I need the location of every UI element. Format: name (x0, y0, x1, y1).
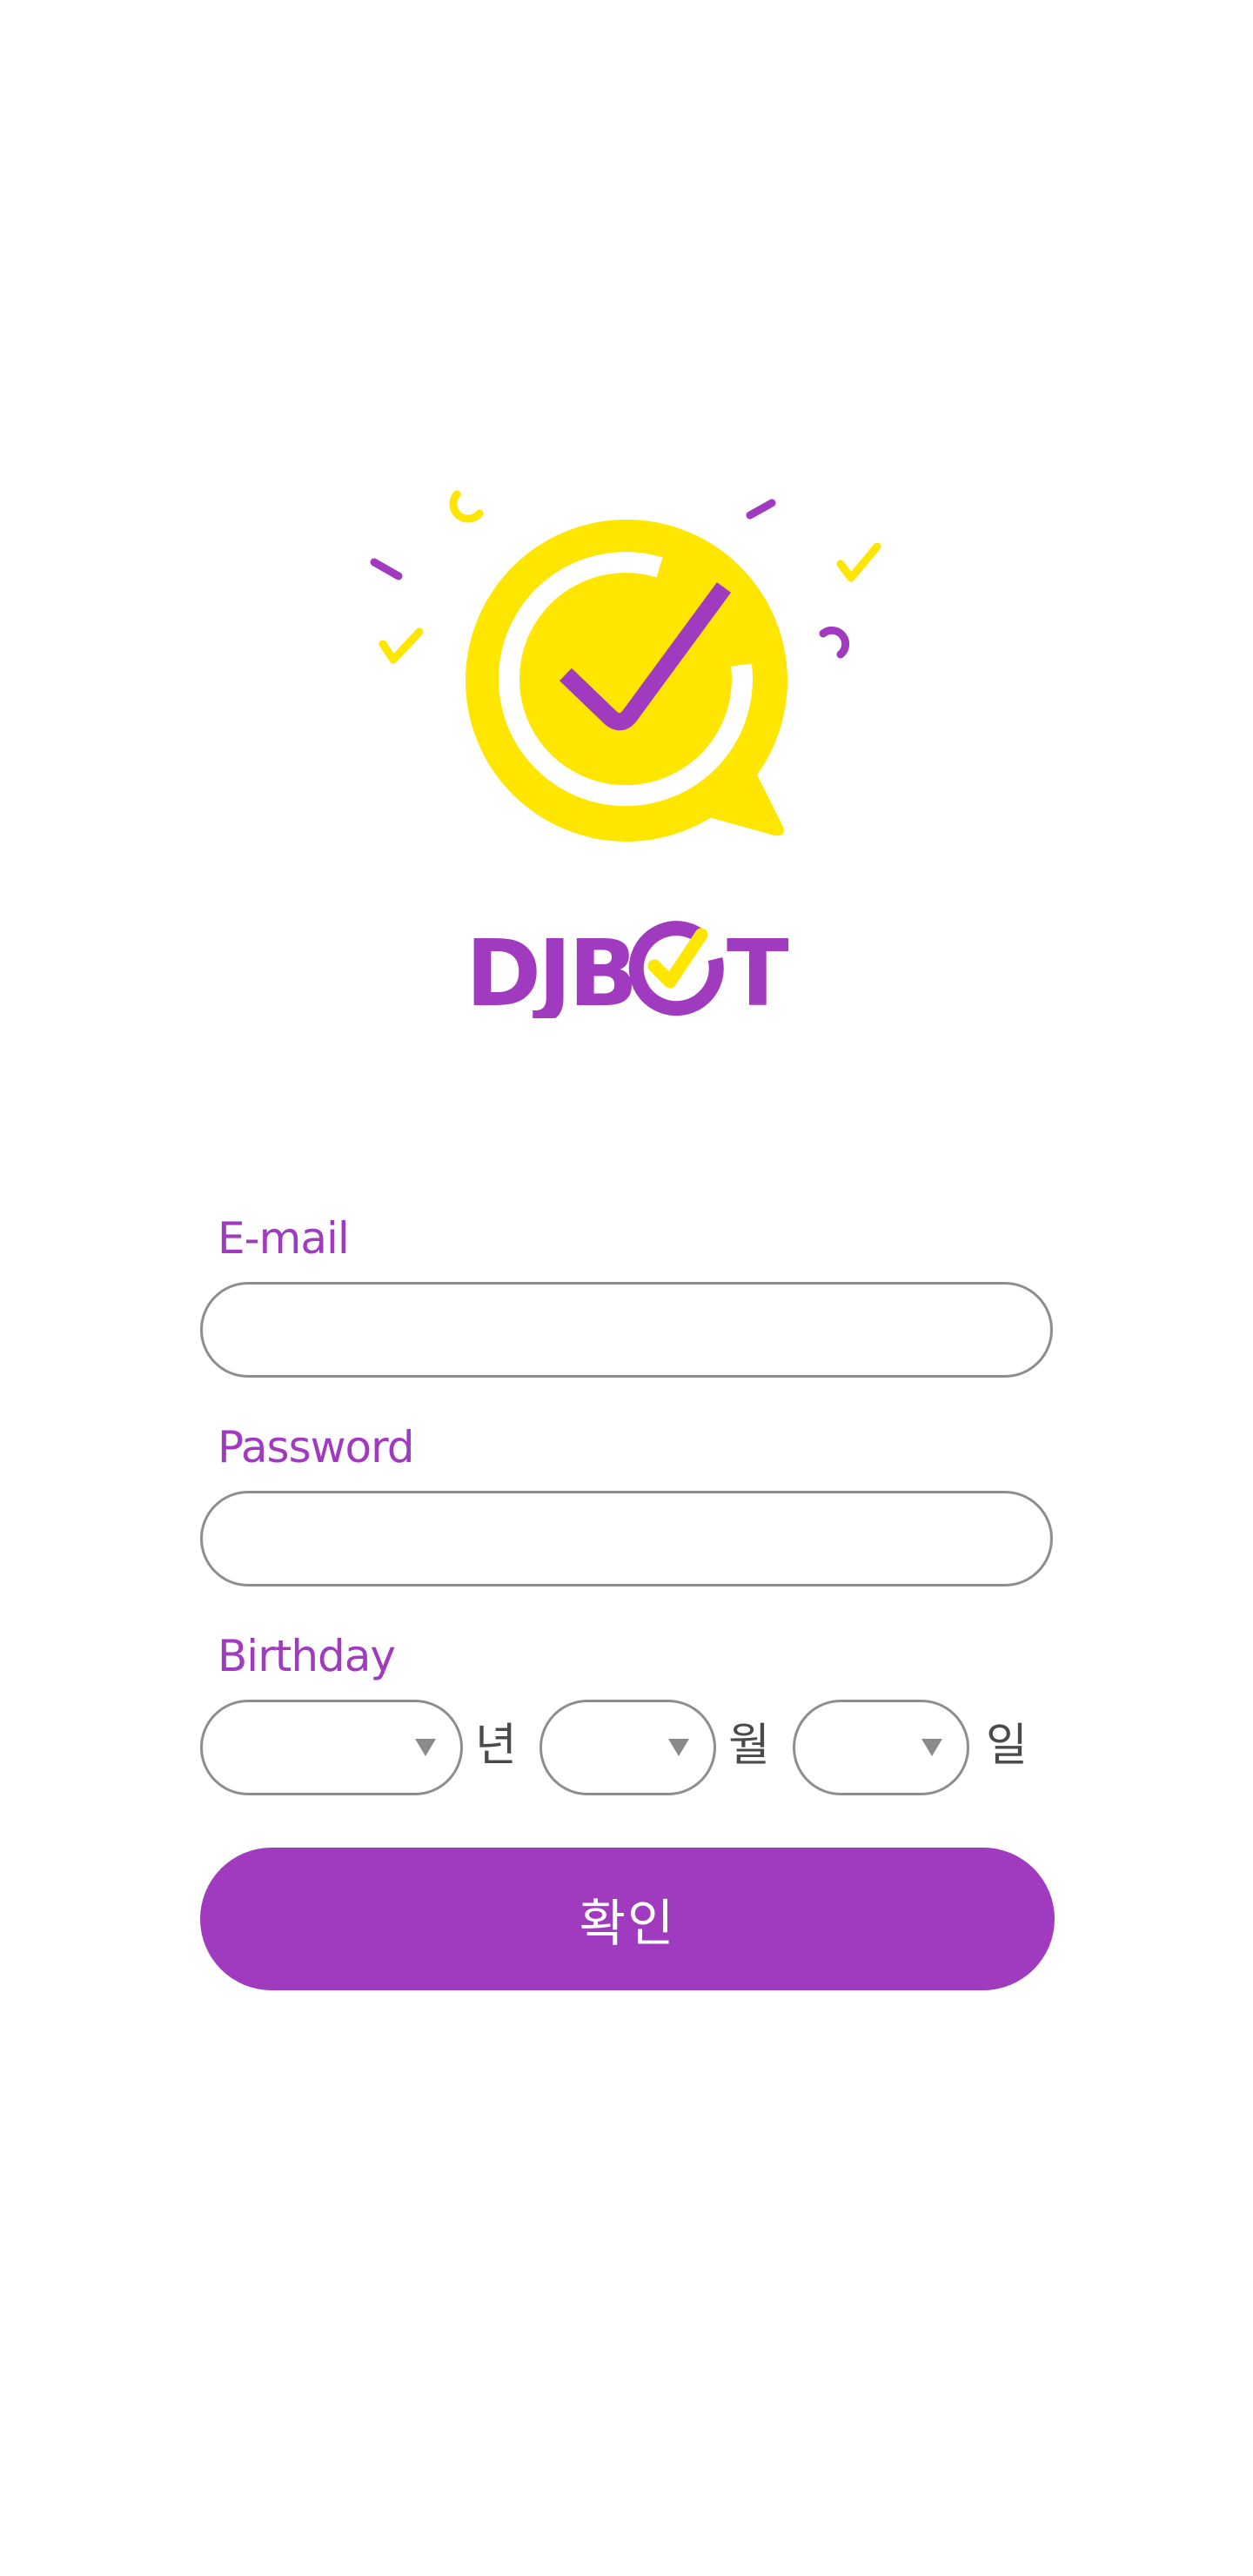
brand-wordmark: DJB T (466, 921, 789, 1018)
confetti-c-icon (449, 490, 484, 523)
confetti-dash-icon (370, 558, 403, 580)
wordmark-suffix: T (727, 921, 789, 1018)
day-unit-label: 일 (986, 1720, 1028, 1772)
confetti-hook-icon (819, 626, 850, 659)
birth-month-select[interactable] (539, 1700, 716, 1795)
email-field[interactable] (200, 1282, 1053, 1378)
birth-year-select[interactable] (200, 1700, 463, 1795)
month-unit-label: 월 (728, 1720, 770, 1772)
wordmark-prefix: DJB (466, 921, 634, 1018)
djbot-logo-icon (370, 490, 881, 842)
birthday-label: Birthday (218, 1631, 396, 1681)
confirm-button[interactable]: 확인 (200, 1848, 1055, 1990)
password-label: Password (218, 1422, 415, 1472)
email-label: E-mail (218, 1213, 350, 1264)
confetti-dash-icon (746, 499, 776, 520)
chevron-down-icon (415, 1739, 436, 1756)
chevron-down-icon (921, 1739, 942, 1756)
wordmark-o-check-icon (628, 921, 724, 1016)
birth-day-select[interactable] (793, 1700, 969, 1795)
chevron-down-icon (668, 1739, 689, 1756)
password-field[interactable] (200, 1491, 1053, 1587)
year-unit-label: 년 (475, 1720, 517, 1772)
confetti-check-icon (836, 542, 881, 582)
confetti-check-icon (379, 627, 424, 664)
